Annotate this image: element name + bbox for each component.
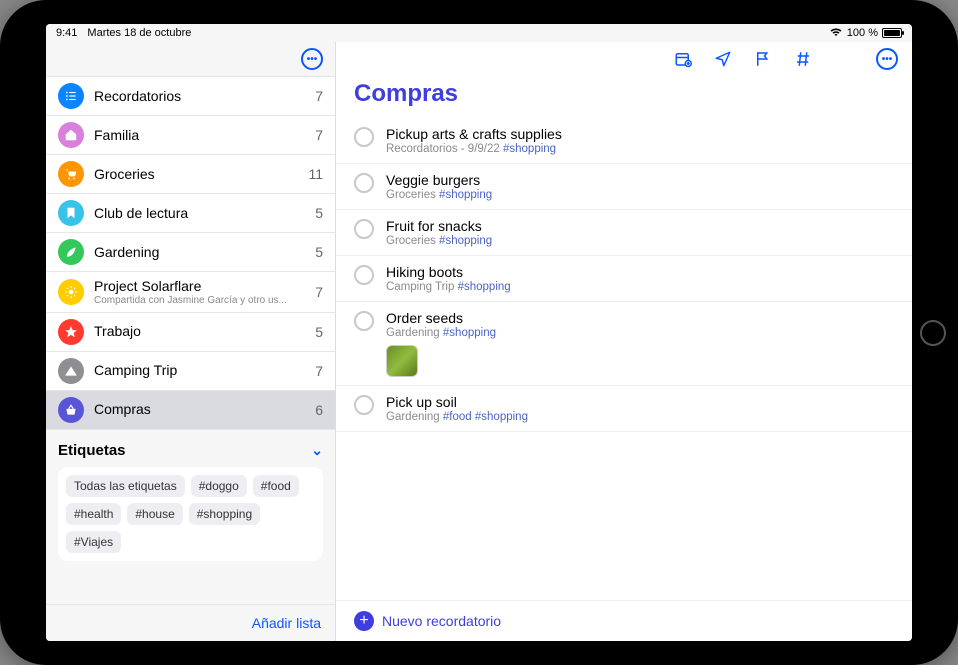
tag-chip[interactable]: #house: [127, 503, 182, 525]
reminder-title: Order seeds: [386, 310, 894, 326]
reminder-subtitle: Groceries #shopping: [386, 235, 894, 247]
cart-icon: [58, 161, 84, 187]
tent-icon: [58, 358, 84, 384]
reminder-item[interactable]: Hiking bootsCamping Trip #shopping: [336, 256, 912, 302]
basket-icon: [58, 397, 84, 423]
list-count: 5: [315, 244, 323, 260]
leaf-icon: [58, 239, 84, 265]
reminder-item[interactable]: Veggie burgersGroceries #shopping: [336, 164, 912, 210]
reminder-thumbnail[interactable]: [386, 345, 418, 377]
reminder-subtitle: Gardening #food #shopping: [386, 411, 894, 423]
complete-radio[interactable]: [354, 127, 374, 147]
list-name: Trabajo: [94, 323, 307, 340]
sidebar-list-row[interactable]: Gardening 5: [46, 233, 335, 272]
list-count: 6: [315, 402, 323, 418]
reminder-subtitle: Recordatorios - 9/9/22 #shopping: [386, 143, 894, 155]
add-list-button[interactable]: Añadir lista: [252, 615, 321, 631]
complete-radio[interactable]: [354, 219, 374, 239]
list-name: Recordatorios: [94, 88, 307, 105]
list-count: 5: [315, 205, 323, 221]
tags-title: Etiquetas: [58, 442, 126, 459]
plus-circle-icon: +: [354, 611, 374, 631]
complete-radio[interactable]: [354, 311, 374, 331]
sidebar-list-row[interactable]: Compras 6: [46, 391, 335, 430]
list-count: 7: [315, 127, 323, 143]
page-title: Compras: [336, 76, 912, 118]
home-button[interactable]: [920, 320, 946, 346]
list-name: Club de lectura: [94, 205, 307, 222]
calendar-add-icon[interactable]: [674, 50, 692, 68]
list-subtitle: Compartida con Jasmine García y otro us.…: [94, 295, 307, 306]
home-icon: [58, 122, 84, 148]
flag-icon[interactable]: [754, 50, 772, 68]
list-name: Gardening: [94, 244, 307, 261]
list-count: 7: [315, 88, 323, 104]
list-name: Groceries: [94, 166, 300, 183]
list-count: 5: [315, 324, 323, 340]
app-body: ••• ••• Recordatorios 7 Familia 7 Groceries 1…: [46, 42, 912, 641]
status-battery-pct: 100 %: [847, 27, 878, 39]
sun-icon: [58, 279, 84, 305]
reminder-title: Fruit for snacks: [386, 218, 894, 234]
location-icon[interactable]: [714, 50, 732, 68]
star-icon: [58, 319, 84, 345]
main-toolbar: •••: [336, 42, 912, 76]
tag-chip[interactable]: #shopping: [189, 503, 260, 525]
list-name: Familia: [94, 127, 307, 144]
sidebar-list-row[interactable]: Club de lectura 5: [46, 194, 335, 233]
reminder-title: Pickup arts & crafts supplies: [386, 126, 894, 142]
list-name: Compras: [94, 401, 307, 418]
main-panel: ••• Compras Pickup arts & crafts supplie…: [336, 42, 912, 641]
sidebar-list-row[interactable]: Familia 7: [46, 116, 335, 155]
main-more-button[interactable]: •••: [876, 48, 898, 70]
reminder-subtitle: Camping Trip #shopping: [386, 281, 894, 293]
status-bar: 9:41 Martes 18 de octubre 100 %: [46, 24, 912, 42]
sidebar-list-row[interactable]: Project SolarflareCompartida con Jasmine…: [46, 272, 335, 313]
battery-icon: [882, 28, 902, 38]
reminder-subtitle: Groceries #shopping: [386, 189, 894, 201]
sidebar: ••• Recordatorios 7 Familia 7 Groceries 11 Clu…: [46, 42, 336, 641]
tag-chip[interactable]: #food: [253, 475, 299, 497]
list-count: 7: [315, 363, 323, 379]
reminder-items: Pickup arts & crafts suppliesRecordatori…: [336, 118, 912, 600]
complete-radio[interactable]: [354, 173, 374, 193]
complete-radio[interactable]: [354, 265, 374, 285]
list-name: Camping Trip: [94, 362, 307, 379]
sidebar-list-row[interactable]: Camping Trip 7: [46, 352, 335, 391]
chevron-down-icon: ⌄: [311, 442, 323, 459]
reminder-title: Hiking boots: [386, 264, 894, 280]
tag-chip[interactable]: #doggo: [191, 475, 247, 497]
sidebar-list-row[interactable]: Recordatorios 7: [46, 76, 335, 116]
reminder-title: Pick up soil: [386, 394, 894, 410]
sidebar-list-row[interactable]: Groceries 11: [46, 155, 335, 194]
tag-chip[interactable]: Todas las etiquetas: [66, 475, 185, 497]
list-name: Project Solarflare: [94, 278, 307, 295]
reminder-title: Veggie burgers: [386, 172, 894, 188]
screen: 9:41 Martes 18 de octubre 100 % ••• ••• …: [46, 24, 912, 641]
tags-box: Todas las etiquetas #doggo #food #health #ho…: [58, 467, 323, 561]
tag-chip[interactable]: #Viajes: [66, 531, 121, 553]
ipad-frame: 9:41 Martes 18 de octubre 100 % ••• ••• …: [0, 0, 958, 665]
sidebar-list-row[interactable]: Trabajo 5: [46, 313, 335, 352]
reminder-item[interactable]: Order seedsGardening #shopping: [336, 302, 912, 386]
complete-radio[interactable]: [354, 395, 374, 415]
status-date: Martes 18 de octubre: [87, 27, 191, 39]
sidebar-more-button[interactable]: •••: [301, 48, 323, 70]
list-icon: [58, 83, 84, 109]
reminder-item[interactable]: Pickup arts & crafts suppliesRecordatori…: [336, 118, 912, 164]
tag-chip[interactable]: #health: [66, 503, 121, 525]
bookmark-icon: [58, 200, 84, 226]
new-reminder-label: Nuevo recordatorio: [382, 613, 501, 629]
wifi-icon: [829, 27, 843, 40]
reminder-item[interactable]: Fruit for snacksGroceries #shopping: [336, 210, 912, 256]
reminder-subtitle: Gardening #shopping: [386, 327, 894, 339]
status-time: 9:41: [56, 27, 77, 39]
new-reminder-button[interactable]: + Nuevo recordatorio: [336, 600, 912, 641]
hashtag-icon[interactable]: [794, 50, 812, 68]
tags-header[interactable]: Etiquetas ⌄: [58, 438, 323, 467]
list-count: 7: [315, 284, 323, 300]
sidebar-lists: Recordatorios 7 Familia 7 Groceries 11 Club de…: [46, 76, 335, 430]
reminder-item[interactable]: Pick up soilGardening #food #shopping: [336, 386, 912, 432]
list-count: 11: [308, 166, 323, 182]
